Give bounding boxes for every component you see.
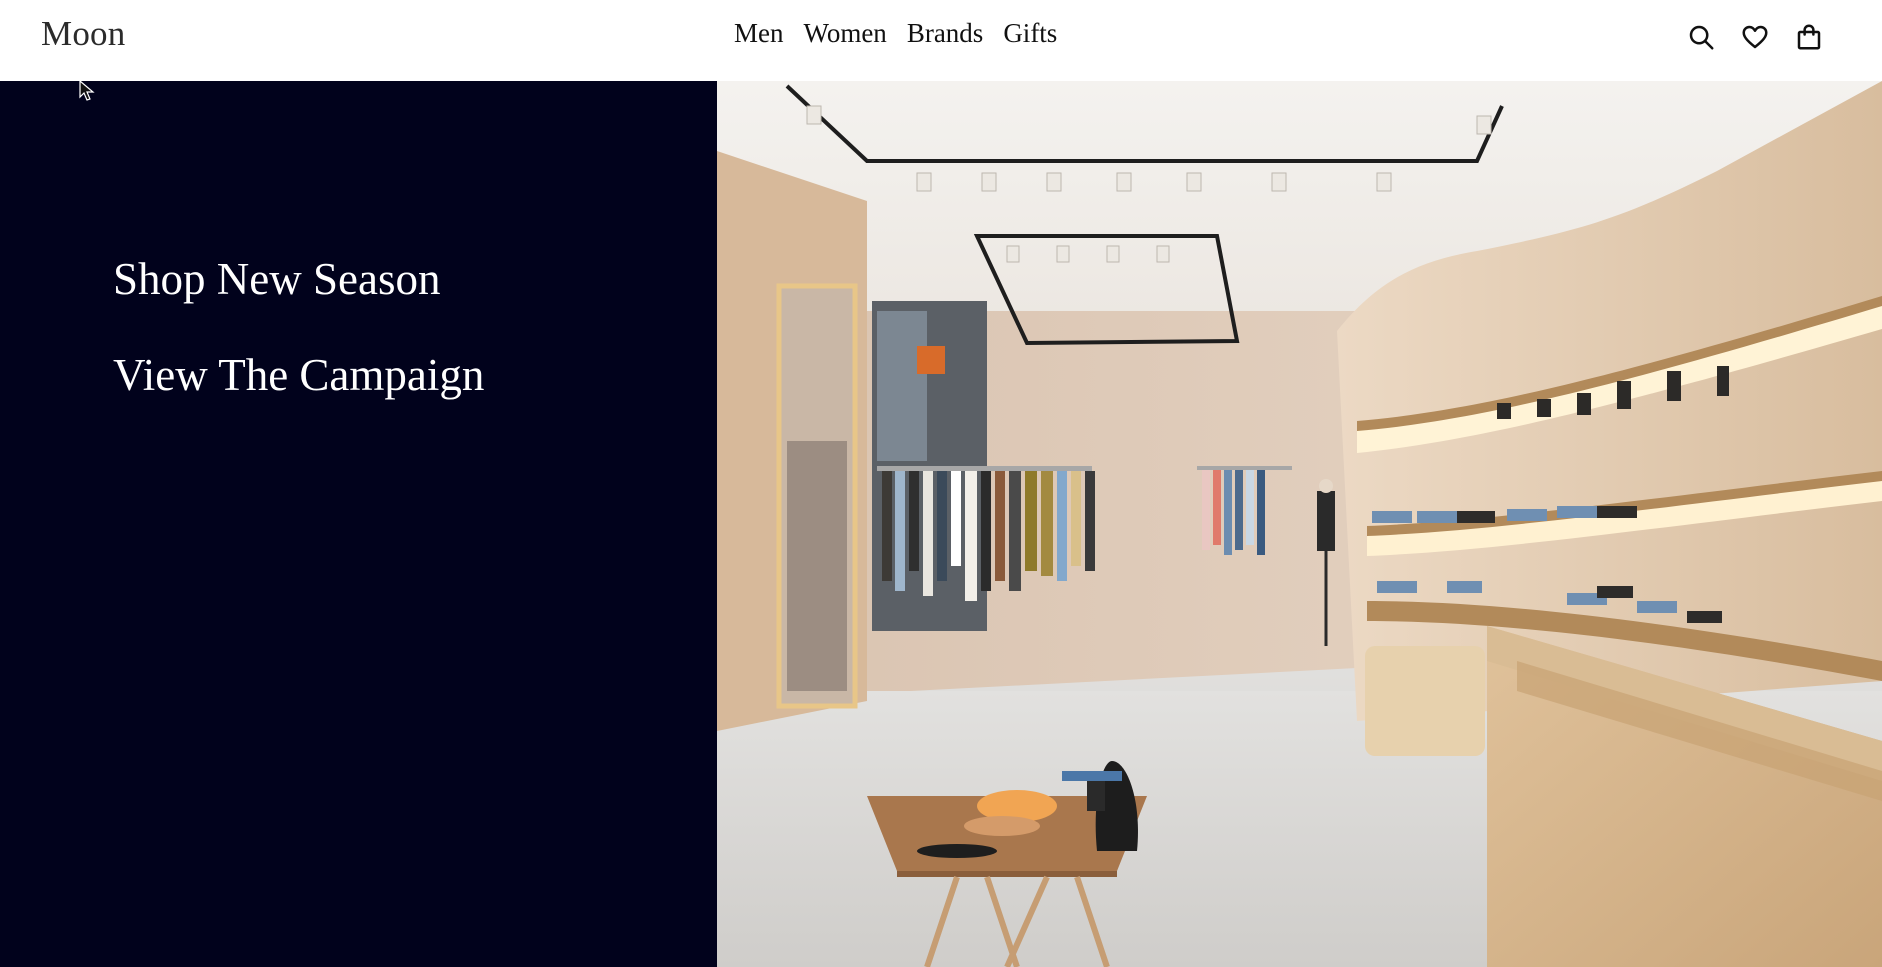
search-icon[interactable] <box>1686 22 1716 52</box>
header-actions <box>1686 22 1824 52</box>
heart-icon[interactable] <box>1740 22 1770 52</box>
shopping-bag-icon[interactable] <box>1794 22 1824 52</box>
hero-text-panel: Shop New Season View The Campaign <box>0 81 717 967</box>
nav-link-brands[interactable]: Brands <box>907 18 984 49</box>
view-campaign-link[interactable]: View The Campaign <box>113 349 484 401</box>
hero-section: Shop New Season View The Campaign <box>0 81 1882 967</box>
shop-new-season-link[interactable]: Shop New Season <box>113 253 440 305</box>
nav-link-men[interactable]: Men <box>734 18 784 49</box>
main-nav: Men Women Brands Gifts <box>734 18 1057 49</box>
store-interior-photo <box>717 81 1882 967</box>
mouse-cursor-icon <box>79 80 95 101</box>
site-header: Moon Men Women Brands Gifts <box>0 0 1882 81</box>
nav-link-gifts[interactable]: Gifts <box>1003 18 1057 49</box>
nav-link-women[interactable]: Women <box>804 18 887 49</box>
site-logo[interactable]: Moon <box>41 14 125 54</box>
